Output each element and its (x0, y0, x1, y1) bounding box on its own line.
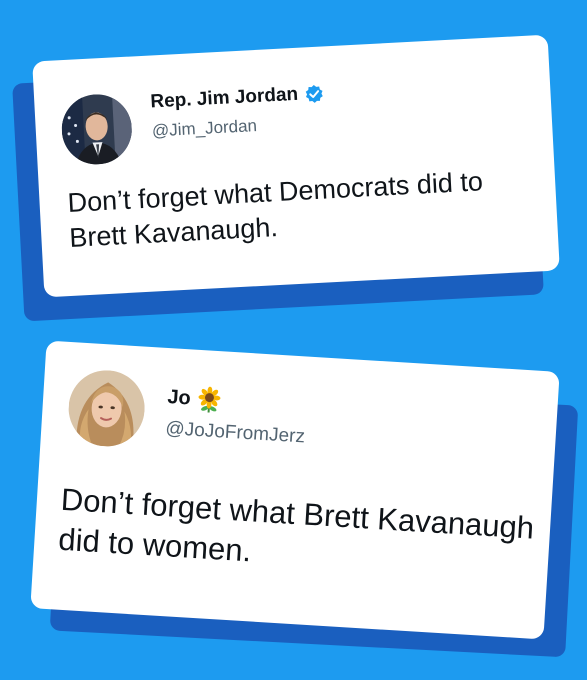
tweet-group-1: Rep. Jim Jordan @Jim_Jordan Don’t forget… (0, 0, 587, 340)
tweet-text: Don’t forget what Democrats did to Brett… (66, 166, 484, 254)
avatar[interactable] (60, 92, 134, 167)
verified-icon (304, 83, 325, 104)
name-row: Rep. Jim Jordan (150, 82, 325, 113)
tweet-text: Don’t forget what Brett Kavanaugh did to… (57, 481, 536, 569)
sunflower-icon (196, 386, 224, 414)
name-row: Jo (167, 384, 224, 413)
tweet-group-2: Jo @JoJoFromJerz Don’t forget what Brett… (0, 330, 587, 680)
handle[interactable]: @Jim_Jordan (151, 116, 257, 141)
display-name[interactable]: Jo (167, 386, 192, 410)
display-name[interactable]: Rep. Jim Jordan (150, 84, 299, 114)
page: { "tweets": [ { "display_name": "Rep. Ji… (0, 0, 587, 680)
tweet-card[interactable]: Jo @JoJoFromJerz Don’t forget what Brett… (30, 340, 560, 640)
avatar[interactable] (66, 368, 147, 449)
tweet-card[interactable]: Rep. Jim Jordan @Jim_Jordan Don’t forget… (32, 34, 560, 298)
handle[interactable]: @JoJoFromJerz (165, 418, 306, 448)
